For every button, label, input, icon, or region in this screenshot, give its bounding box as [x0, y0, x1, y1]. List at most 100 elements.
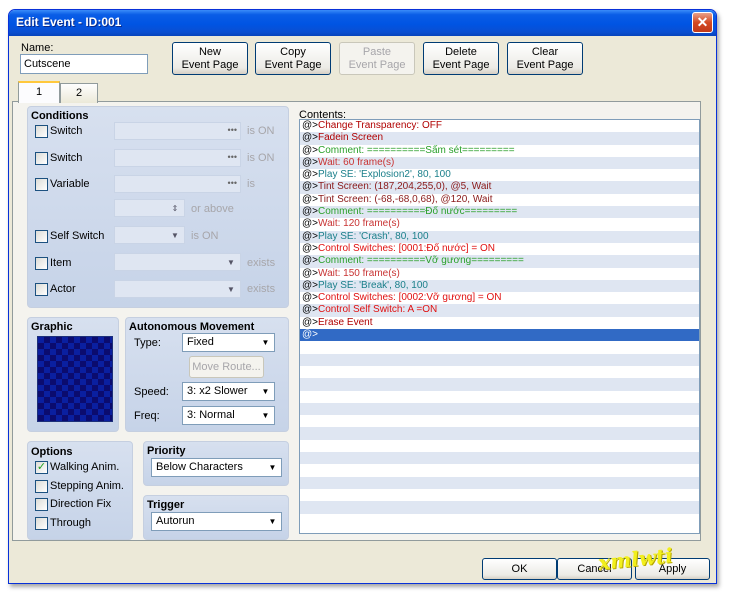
command-text: Control Switches: [0001:Đổ nước] = ON: [318, 242, 495, 254]
command-text: Erase Event: [318, 316, 373, 328]
variable-checkbox[interactable]: [35, 178, 48, 191]
switch1-field[interactable]: •••: [114, 122, 241, 140]
event-command-row[interactable]: @>Fadein Screen: [300, 132, 699, 145]
ok-button[interactable]: OK: [482, 558, 557, 580]
actor-label: Actor: [50, 283, 76, 295]
window-title: Edit Event - ID:001: [16, 15, 122, 29]
event-command-row[interactable]: @>Change Transparency: OFF: [300, 120, 699, 132]
copy-button-line1: Copy: [280, 45, 306, 58]
speed-label: Speed:: [134, 386, 169, 398]
event-command-row[interactable]: @>Comment: ==========Đổ nước=========: [300, 206, 699, 219]
switch1-suffix: is ON: [247, 125, 275, 137]
graphic-preview[interactable]: [37, 336, 113, 422]
through-checkbox[interactable]: [35, 517, 48, 530]
command-text: Play SE: 'Crash', 80, 100: [318, 230, 429, 242]
command-text: Play SE: 'Explosion2', 80, 100: [318, 169, 451, 181]
event-command-row[interactable]: @>Control Switches: [0002:Vỡ gương] = ON: [300, 292, 699, 304]
direction-fix-checkbox[interactable]: [35, 498, 48, 511]
event-command-row[interactable]: @>Play SE: 'Explosion2', 80, 100: [300, 169, 699, 181]
title-bar[interactable]: Edit Event - ID:001 ✕: [9, 10, 716, 36]
event-command-row[interactable]: @>Comment: ==========Sấm sét=========: [300, 145, 699, 157]
paste-button-line1: Paste: [362, 45, 392, 58]
empty-row: [300, 366, 699, 378]
speed-value: 3: x2 Slower: [187, 385, 248, 397]
event-command-row[interactable]: @>Wait: 120 frame(s): [300, 218, 699, 230]
copy-event-page-button[interactable]: Copy Event Page: [255, 42, 331, 75]
switch2-suffix: is ON: [247, 152, 275, 164]
command-prefix: @>: [302, 304, 318, 316]
walking-anim-label: Walking Anim.: [50, 461, 120, 473]
chevron-down-icon: ▼: [261, 411, 270, 420]
event-command-row[interactable]: @>Erase Event: [300, 317, 699, 329]
freq-label: Freq:: [134, 410, 160, 422]
speed-dropdown[interactable]: 3: x2 Slower ▼: [182, 382, 275, 401]
event-command-row[interactable]: @>Play SE: 'Break', 80, 100: [300, 279, 699, 293]
command-prefix: @>: [302, 206, 318, 218]
event-command-row[interactable]: @>Control Self Switch: A =ON: [300, 304, 699, 317]
priority-value: Below Characters: [156, 461, 243, 473]
name-input[interactable]: Cutscene: [20, 54, 148, 74]
contents-list[interactable]: @>Change Transparency: OFF @>Fadein Scree…: [299, 119, 700, 534]
switch2-label: Switch: [50, 152, 83, 164]
event-command-row[interactable]: @>Control Switches: [0001:Đổ nước] = ON: [300, 243, 699, 255]
command-prefix: @>: [302, 218, 318, 230]
clear-event-page-button[interactable]: Clear Event Page: [507, 42, 583, 75]
item-checkbox[interactable]: [35, 257, 48, 270]
tab-page-1[interactable]: 1: [18, 81, 60, 103]
item-label: Item: [50, 257, 72, 269]
switch1-checkbox[interactable]: [35, 125, 48, 138]
event-command-row[interactable]: @>: [300, 329, 699, 342]
self-switch-dropdown[interactable]: ▼: [114, 226, 185, 244]
event-command-row[interactable]: @>Comment: ==========Vỡ gương=========: [300, 255, 699, 268]
command-text: Play SE: 'Break', 80, 100: [318, 279, 428, 291]
priority-dropdown[interactable]: Below Characters ▼: [151, 458, 282, 477]
variable-value-spinner[interactable]: ⇕: [114, 199, 185, 217]
item-suffix: exists: [247, 257, 276, 269]
type-label: Type:: [134, 337, 161, 349]
copy-button-line2: Event Page: [264, 58, 322, 71]
event-command-row[interactable]: @>Play SE: 'Crash', 80, 100: [300, 230, 699, 243]
event-command-row[interactable]: @>Wait: 150 frame(s): [300, 268, 699, 280]
autonomous-movement-title: Autonomous Movement: [129, 321, 255, 333]
command-prefix: @>: [302, 316, 318, 328]
walking-anim-checkbox[interactable]: ✓: [35, 461, 48, 474]
freq-dropdown[interactable]: 3: Normal ▼: [182, 406, 275, 425]
self-switch-label: Self Switch: [50, 230, 105, 242]
variable-field[interactable]: •••: [114, 175, 241, 193]
paste-event-page-button[interactable]: Paste Event Page: [339, 42, 415, 75]
item-dropdown[interactable]: ▼: [114, 253, 241, 271]
tab-page-2[interactable]: 2: [60, 83, 98, 103]
command-text: Tint Screen: (187,204,255,0), @5, Wait: [318, 181, 492, 193]
move-route-button[interactable]: Move Route...: [189, 356, 264, 378]
command-prefix: @>: [302, 230, 318, 242]
command-text: Change Transparency: OFF: [318, 120, 442, 131]
priority-title: Priority: [147, 445, 186, 457]
new-event-page-button[interactable]: New Event Page: [172, 42, 248, 75]
stepping-anim-checkbox[interactable]: [35, 480, 48, 493]
command-text: Control Switches: [0002:Vỡ gương] = ON: [318, 292, 502, 304]
new-button-line1: New: [198, 45, 221, 58]
chevron-down-icon: ▼: [268, 517, 277, 526]
command-text: Comment: ==========Đổ nước=========: [318, 206, 518, 218]
graphic-title: Graphic: [31, 321, 73, 333]
chevron-down-icon: ▼: [261, 387, 270, 396]
conditions-title: Conditions: [31, 110, 89, 122]
type-dropdown[interactable]: Fixed ▼: [182, 333, 275, 352]
switch2-field[interactable]: •••: [114, 149, 241, 167]
close-button[interactable]: ✕: [692, 12, 713, 33]
empty-row: [300, 464, 699, 476]
event-command-row[interactable]: @>Tint Screen: (187,204,255,0), @5, Wait: [300, 181, 699, 194]
delete-event-page-button[interactable]: Delete Event Page: [423, 42, 499, 75]
event-command-row[interactable]: @>Tint Screen: (-68,-68,0,68), @120, Wai…: [300, 194, 699, 206]
command-prefix: @>: [302, 255, 318, 267]
actor-dropdown[interactable]: ▼: [114, 280, 241, 298]
event-command-row[interactable]: @>Wait: 60 frame(s): [300, 156, 699, 170]
actor-suffix: exists: [247, 283, 276, 295]
command-text: Control Self Switch: A =ON: [318, 304, 438, 316]
actor-checkbox[interactable]: [35, 283, 48, 296]
ellipsis-icon: •••: [227, 125, 237, 135]
self-switch-checkbox[interactable]: [35, 230, 48, 243]
switch2-checkbox[interactable]: [35, 152, 48, 165]
freq-value: 3: Normal: [187, 409, 235, 421]
trigger-dropdown[interactable]: Autorun ▼: [151, 512, 282, 531]
